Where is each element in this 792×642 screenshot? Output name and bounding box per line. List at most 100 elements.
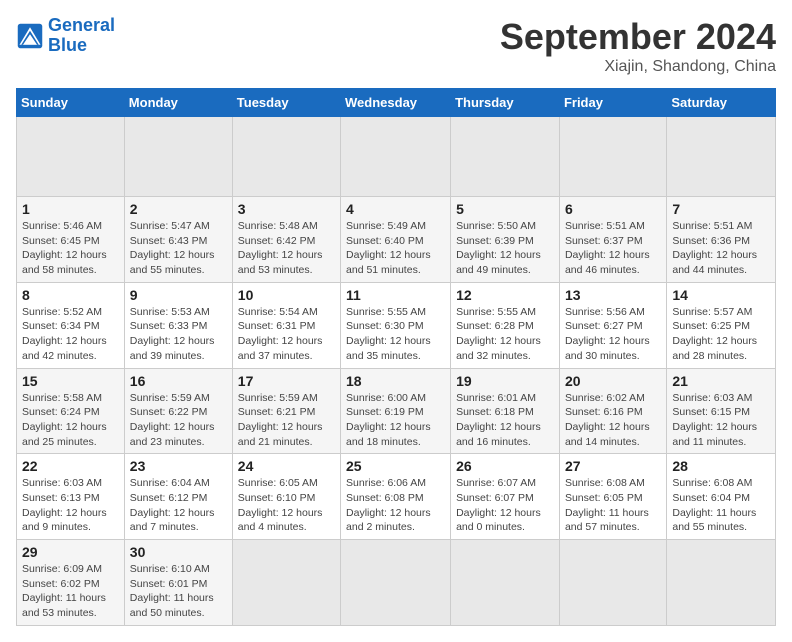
calendar-cell: 4Sunrise: 5:49 AM Sunset: 6:40 PM Daylig… [341, 197, 451, 283]
day-number: 22 [22, 458, 119, 474]
day-number: 17 [238, 373, 335, 389]
calendar-cell: 12Sunrise: 5:55 AM Sunset: 6:28 PM Dayli… [451, 282, 560, 368]
day-number: 29 [22, 544, 119, 560]
day-info: Sunrise: 5:55 AM Sunset: 6:28 PM Dayligh… [456, 305, 554, 364]
day-number: 25 [346, 458, 445, 474]
day-info: Sunrise: 6:00 AM Sunset: 6:19 PM Dayligh… [346, 391, 445, 450]
calendar-cell [124, 117, 232, 197]
day-info: Sunrise: 6:08 AM Sunset: 6:04 PM Dayligh… [672, 476, 770, 535]
logo-icon [16, 22, 44, 50]
calendar-cell [559, 117, 666, 197]
calendar-cell: 27 Sunrise: 6:08 AM Sunset: 6:05 PM Dayli… [559, 454, 666, 540]
calendar-cell [341, 540, 451, 626]
calendar-cell [232, 117, 340, 197]
calendar-cell: 16 Sunrise: 5:59 AM Sunset: 6:22 PM Dayli… [124, 368, 232, 454]
calendar-table: SundayMondayTuesdayWednesdayThursdayFrid… [16, 88, 776, 626]
day-info: Sunrise: 5:59 AM Sunset: 6:22 PM Dayligh… [130, 391, 227, 450]
day-info: Sunrise: 6:05 AM Sunset: 6:10 PM Dayligh… [238, 476, 335, 535]
header-cell-thursday: Thursday [451, 89, 560, 117]
day-info: Sunrise: 5:54 AM Sunset: 6:31 PM Dayligh… [238, 305, 335, 364]
day-info: Sunrise: 6:02 AM Sunset: 6:16 PM Dayligh… [565, 391, 661, 450]
day-info: Sunrise: 5:59 AM Sunset: 6:21 PM Dayligh… [238, 391, 335, 450]
calendar-cell [667, 540, 776, 626]
calendar-cell: 1 Sunrise: 5:46 AM Sunset: 6:45 PM Daylig… [17, 197, 125, 283]
header-cell-wednesday: Wednesday [341, 89, 451, 117]
day-info: Sunrise: 6:03 AM Sunset: 6:13 PM Dayligh… [22, 476, 119, 535]
day-info: Sunrise: 5:46 AM Sunset: 6:45 PM Dayligh… [22, 219, 119, 278]
calendar-row: 1 Sunrise: 5:46 AM Sunset: 6:45 PM Daylig… [17, 197, 776, 283]
location: Xiajin, Shandong, China [500, 58, 776, 76]
day-number: 27 [565, 458, 661, 474]
day-number: 6 [565, 201, 661, 217]
day-info: Sunrise: 5:57 AM Sunset: 6:25 PM Dayligh… [672, 305, 770, 364]
calendar-cell [232, 540, 340, 626]
calendar-cell: 23Sunrise: 6:04 AM Sunset: 6:12 PM Dayli… [124, 454, 232, 540]
day-number: 28 [672, 458, 770, 474]
day-number: 10 [238, 287, 335, 303]
calendar-cell [451, 540, 560, 626]
calendar-row: 29Sunrise: 6:09 AM Sunset: 6:02 PM Dayli… [17, 540, 776, 626]
title-block: September 2024 Xiajin, Shandong, China [500, 16, 776, 76]
day-info: Sunrise: 6:03 AM Sunset: 6:15 PM Dayligh… [672, 391, 770, 450]
day-number: 5 [456, 201, 554, 217]
calendar-cell: 22 Sunrise: 6:03 AM Sunset: 6:13 PM Dayli… [17, 454, 125, 540]
day-info: Sunrise: 5:48 AM Sunset: 6:42 PM Dayligh… [238, 219, 335, 278]
calendar-cell: 25 Sunrise: 6:06 AM Sunset: 6:08 PM Dayli… [341, 454, 451, 540]
calendar-cell: 8Sunrise: 5:52 AM Sunset: 6:34 PM Daylig… [17, 282, 125, 368]
calendar-header: SundayMondayTuesdayWednesdayThursdayFrid… [17, 89, 776, 117]
day-number: 18 [346, 373, 445, 389]
day-number: 16 [130, 373, 227, 389]
calendar-cell: 14Sunrise: 5:57 AM Sunset: 6:25 PM Dayli… [667, 282, 776, 368]
day-number: 23 [130, 458, 227, 474]
calendar-cell: 6 Sunrise: 5:51 AM Sunset: 6:37 PM Daylig… [559, 197, 666, 283]
day-number: 1 [22, 201, 119, 217]
day-number: 8 [22, 287, 119, 303]
calendar-cell: 20 Sunrise: 6:02 AM Sunset: 6:16 PM Dayli… [559, 368, 666, 454]
logo: General Blue [16, 16, 115, 56]
day-info: Sunrise: 5:53 AM Sunset: 6:33 PM Dayligh… [130, 305, 227, 364]
calendar-cell: 19Sunrise: 6:01 AM Sunset: 6:18 PM Dayli… [451, 368, 560, 454]
calendar-cell: 7 Sunrise: 5:51 AM Sunset: 6:36 PM Daylig… [667, 197, 776, 283]
day-info: Sunrise: 5:49 AM Sunset: 6:40 PM Dayligh… [346, 219, 445, 278]
day-info: Sunrise: 5:56 AM Sunset: 6:27 PM Dayligh… [565, 305, 661, 364]
calendar-cell: 30Sunrise: 6:10 AM Sunset: 6:01 PM Dayli… [124, 540, 232, 626]
day-number: 13 [565, 287, 661, 303]
calendar-cell: 18 Sunrise: 6:00 AM Sunset: 6:19 PM Dayli… [341, 368, 451, 454]
calendar-cell: 9Sunrise: 5:53 AM Sunset: 6:33 PM Daylig… [124, 282, 232, 368]
day-info: Sunrise: 6:06 AM Sunset: 6:08 PM Dayligh… [346, 476, 445, 535]
calendar-row: 15Sunrise: 5:58 AM Sunset: 6:24 PM Dayli… [17, 368, 776, 454]
calendar-cell: 2Sunrise: 5:47 AM Sunset: 6:43 PM Daylig… [124, 197, 232, 283]
day-info: Sunrise: 6:07 AM Sunset: 6:07 PM Dayligh… [456, 476, 554, 535]
day-number: 20 [565, 373, 661, 389]
calendar-cell [667, 117, 776, 197]
day-number: 30 [130, 544, 227, 560]
calendar-cell [559, 540, 666, 626]
calendar-cell: 5Sunrise: 5:50 AM Sunset: 6:39 PM Daylig… [451, 197, 560, 283]
day-number: 7 [672, 201, 770, 217]
day-number: 21 [672, 373, 770, 389]
calendar-cell [451, 117, 560, 197]
day-info: Sunrise: 5:51 AM Sunset: 6:37 PM Dayligh… [565, 219, 661, 278]
calendar-body: 1 Sunrise: 5:46 AM Sunset: 6:45 PM Daylig… [17, 117, 776, 626]
calendar-cell: 10 Sunrise: 5:54 AM Sunset: 6:31 PM Dayli… [232, 282, 340, 368]
calendar-row: 8Sunrise: 5:52 AM Sunset: 6:34 PM Daylig… [17, 282, 776, 368]
calendar-cell [17, 117, 125, 197]
day-number: 3 [238, 201, 335, 217]
page-header: General Blue September 2024 Xiajin, Shan… [16, 16, 776, 76]
day-number: 15 [22, 373, 119, 389]
day-info: Sunrise: 6:08 AM Sunset: 6:05 PM Dayligh… [565, 476, 661, 535]
calendar-row: 22 Sunrise: 6:03 AM Sunset: 6:13 PM Dayli… [17, 454, 776, 540]
calendar-cell [341, 117, 451, 197]
day-number: 26 [456, 458, 554, 474]
calendar-cell: 21 Sunrise: 6:03 AM Sunset: 6:15 PM Dayli… [667, 368, 776, 454]
logo-line2: Blue [48, 35, 87, 55]
calendar-cell: 24Sunrise: 6:05 AM Sunset: 6:10 PM Dayli… [232, 454, 340, 540]
calendar-cell: 17 Sunrise: 5:59 AM Sunset: 6:21 PM Dayli… [232, 368, 340, 454]
calendar-row [17, 117, 776, 197]
calendar-cell: 15Sunrise: 5:58 AM Sunset: 6:24 PM Dayli… [17, 368, 125, 454]
day-info: Sunrise: 5:47 AM Sunset: 6:43 PM Dayligh… [130, 219, 227, 278]
day-info: Sunrise: 5:51 AM Sunset: 6:36 PM Dayligh… [672, 219, 770, 278]
calendar-cell: 29Sunrise: 6:09 AM Sunset: 6:02 PM Dayli… [17, 540, 125, 626]
calendar-cell: 26 Sunrise: 6:07 AM Sunset: 6:07 PM Dayli… [451, 454, 560, 540]
day-info: Sunrise: 6:01 AM Sunset: 6:18 PM Dayligh… [456, 391, 554, 450]
